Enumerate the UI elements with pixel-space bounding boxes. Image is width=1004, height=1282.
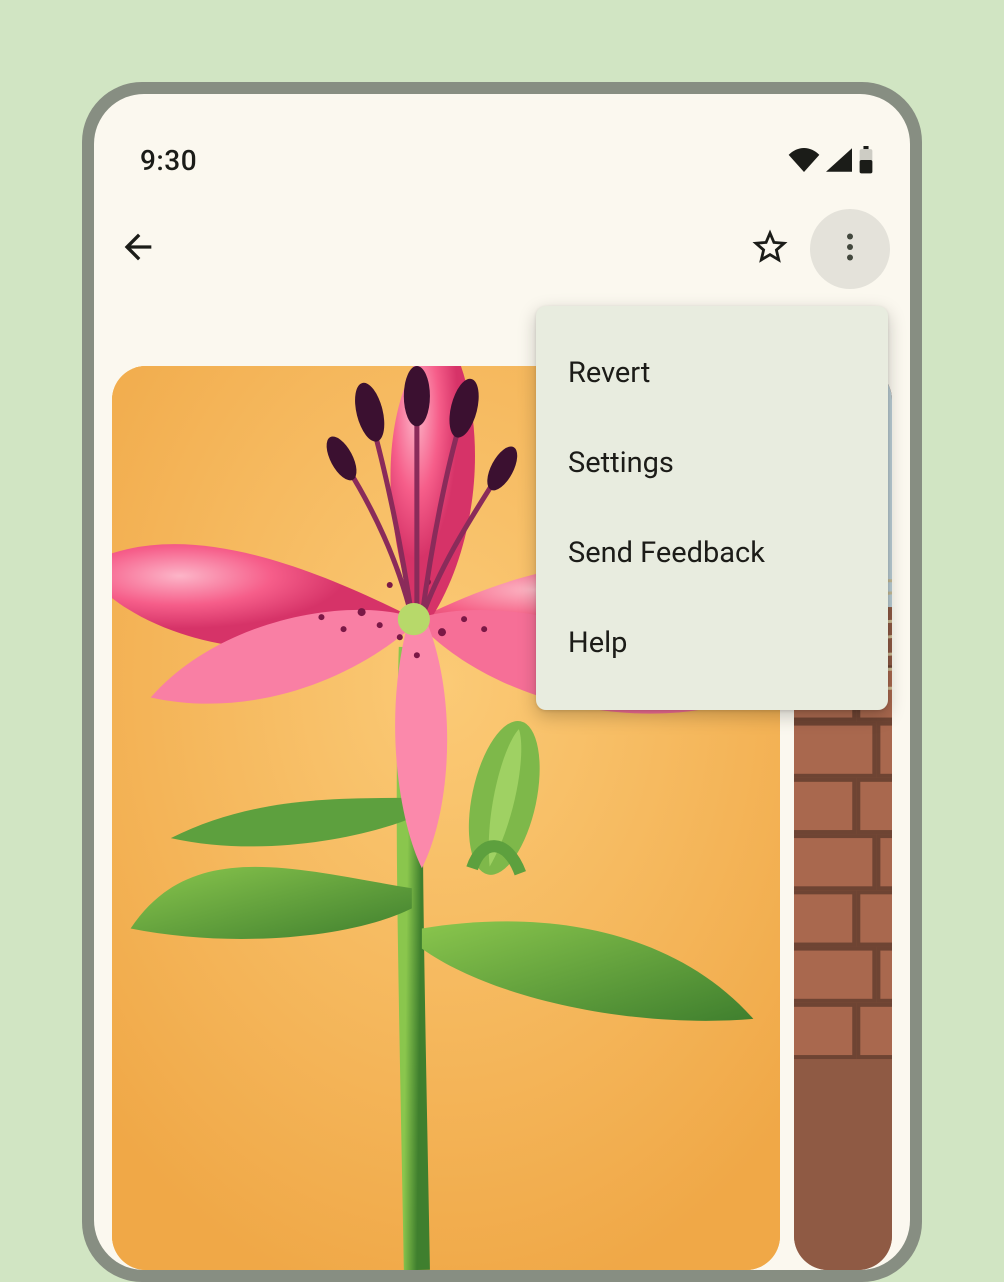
app-bar <box>94 204 910 294</box>
signal-icon <box>826 148 852 172</box>
screen: 9:30 <box>94 94 910 1270</box>
menu-item-send-feedback[interactable]: Send Feedback <box>536 508 888 598</box>
back-button[interactable] <box>114 225 162 273</box>
star-outline-icon <box>749 226 791 272</box>
favorite-button[interactable] <box>746 225 794 273</box>
wifi-icon <box>788 148 820 172</box>
battery-icon <box>858 146 874 174</box>
menu-item-settings[interactable]: Settings <box>536 418 888 508</box>
menu-item-revert[interactable]: Revert <box>536 328 888 418</box>
arrow-back-icon <box>118 227 158 271</box>
more-vert-icon <box>832 229 868 269</box>
overflow-menu: Revert Settings Send Feedback Help <box>536 306 888 710</box>
status-bar: 9:30 <box>94 94 910 184</box>
device-frame: 9:30 <box>82 82 922 1282</box>
status-clock: 9:30 <box>140 144 197 177</box>
status-icons <box>788 146 874 174</box>
menu-item-help[interactable]: Help <box>536 598 888 688</box>
more-options-button[interactable] <box>810 209 890 289</box>
